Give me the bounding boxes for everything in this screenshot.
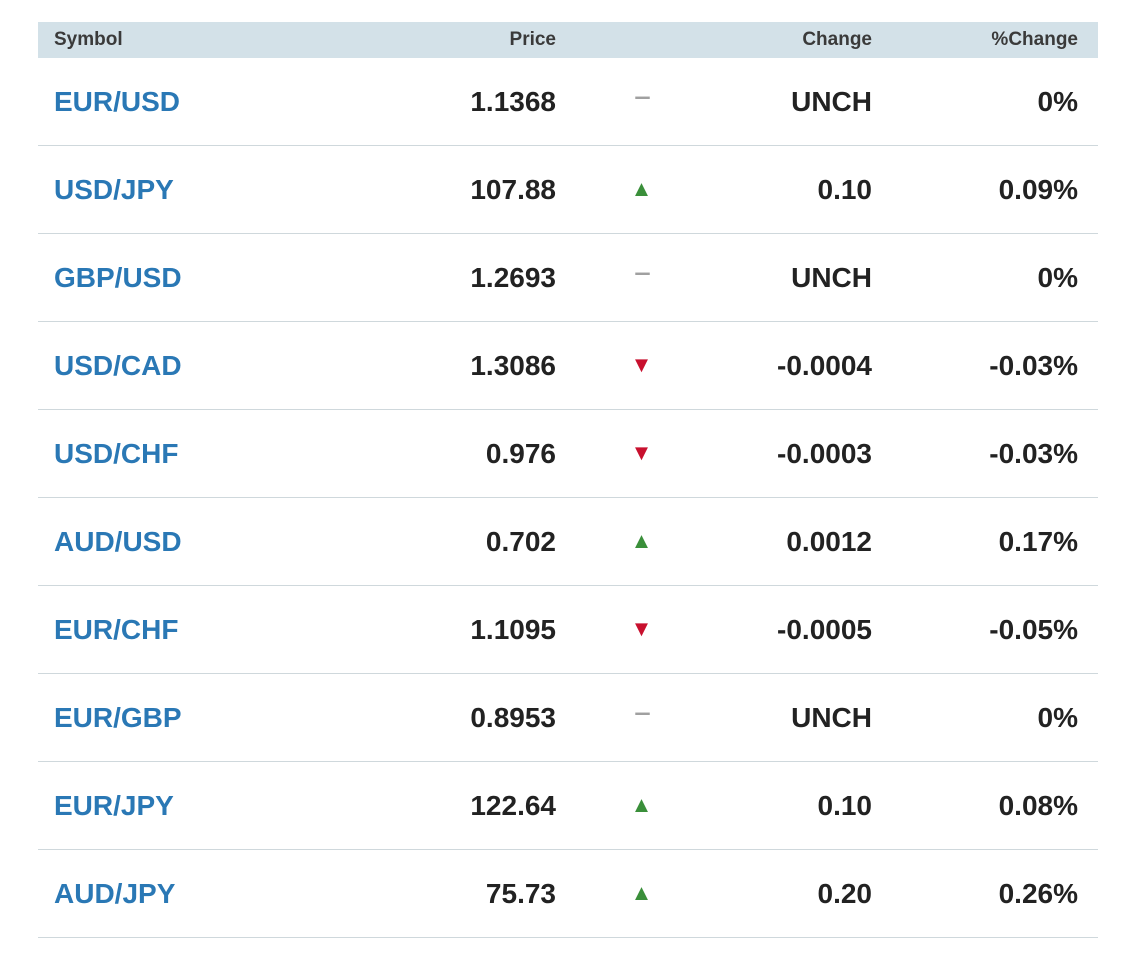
pct-change-value: 0.09% [998,173,1078,205]
symbol-link[interactable]: AUD/JPY [38,878,273,910]
table-body: EUR/USD 1.1368 --- UNCH 0% USD/JPY 107.88 ▲ 0.10… [38,58,1098,938]
currency-quotes-table: Symbol Price Change %Change EUR/USD 1.136… [38,22,1098,938]
change-indicator: --- [556,234,727,321]
pct-change-value: 0% [1037,701,1078,733]
up-arrow-icon: ▲ [630,528,653,553]
table-row[interactable]: AUD/JPY 75.73 ▲ 0.20 0.26% [38,850,1098,938]
change-value: 0.0012 [786,525,872,557]
header-pct-change[interactable]: %Change [872,29,1078,51]
symbol-link[interactable]: USD/JPY [38,174,273,206]
price-value: 1.2693 [470,261,556,293]
up-arrow-icon: ▲ [630,880,653,905]
down-arrow-icon: ▼ [630,616,653,641]
table-row[interactable]: USD/JPY 107.88 ▲ 0.10 0.09% [38,146,1098,234]
table-row[interactable]: AUD/USD 0.702 ▲ 0.0012 0.17% [38,498,1098,586]
pct-change-value: 0% [1037,85,1078,117]
table-row[interactable]: EUR/USD 1.1368 --- UNCH 0% [38,58,1098,146]
change-value: UNCH [791,701,872,733]
change-indicator: ▲ [556,850,727,937]
down-arrow-icon: ▼ [630,352,653,377]
price-value: 0.702 [485,525,556,557]
table-row[interactable]: EUR/GBP 0.8953 --- UNCH 0% [38,674,1098,762]
symbol-link[interactable]: EUR/GBP [38,702,273,734]
symbol-link[interactable]: USD/CAD [38,350,273,382]
pct-change-value: 0% [1037,261,1078,293]
price-value: 122.64 [470,789,556,821]
price-value: 1.1368 [470,85,556,117]
price-value: 0.976 [485,437,556,469]
price-value: 75.73 [485,877,556,909]
table-header: Symbol Price Change %Change [38,22,1098,58]
pct-change-value: -0.03% [989,437,1078,469]
pct-change-value: 0.26% [998,877,1078,909]
change-value: -0.0005 [777,613,872,645]
price-value: 1.1095 [470,613,556,645]
change-value: -0.0003 [777,437,872,469]
table-row[interactable]: GBP/USD 1.2693 --- UNCH 0% [38,234,1098,322]
price-value: 0.8953 [470,701,556,733]
price-value: 107.88 [470,173,556,205]
table-row[interactable]: USD/CAD 1.3086 ▼ -0.0004 -0.03% [38,322,1098,410]
unchanged-dash-icon: --- [634,262,651,284]
change-value: 0.20 [817,877,873,909]
price-value: 1.3086 [470,349,556,381]
header-indicator-spacer [556,22,727,58]
up-arrow-icon: ▲ [630,792,653,817]
change-value: UNCH [791,261,872,293]
symbol-link[interactable]: USD/CHF [38,438,273,470]
change-indicator: ▼ [556,586,727,673]
change-indicator: --- [556,58,727,145]
change-indicator: ▼ [556,322,727,409]
symbol-link[interactable]: EUR/USD [38,86,273,118]
table-row[interactable]: USD/CHF 0.976 ▼ -0.0003 -0.03% [38,410,1098,498]
change-value: 0.10 [817,173,873,205]
change-value: -0.0004 [777,349,872,381]
change-indicator: ▲ [556,762,727,849]
change-value: UNCH [791,85,872,117]
header-symbol[interactable]: Symbol [38,29,273,51]
change-indicator: ▲ [556,498,727,585]
down-arrow-icon: ▼ [630,440,653,465]
unchanged-dash-icon: --- [634,86,651,108]
header-price[interactable]: Price [273,29,556,51]
unchanged-dash-icon: --- [634,702,651,724]
change-indicator: --- [556,674,727,761]
pct-change-value: 0.17% [998,525,1078,557]
symbol-link[interactable]: EUR/CHF [38,614,273,646]
symbol-link[interactable]: EUR/JPY [38,790,273,822]
up-arrow-icon: ▲ [630,176,653,201]
table-row[interactable]: EUR/JPY 122.64 ▲ 0.10 0.08% [38,762,1098,850]
table-row[interactable]: EUR/CHF 1.1095 ▼ -0.0005 -0.05% [38,586,1098,674]
pct-change-value: -0.03% [989,349,1078,381]
change-indicator: ▼ [556,410,727,497]
pct-change-value: -0.05% [989,613,1078,645]
change-value: 0.10 [817,789,873,821]
change-indicator: ▲ [556,146,727,233]
symbol-link[interactable]: AUD/USD [38,526,273,558]
pct-change-value: 0.08% [998,789,1078,821]
header-change[interactable]: Change [727,29,872,51]
symbol-link[interactable]: GBP/USD [38,262,273,294]
